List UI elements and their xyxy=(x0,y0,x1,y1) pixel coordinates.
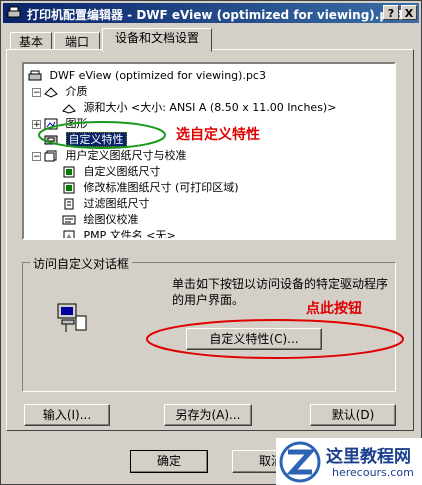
tree-item-label: 自定义图纸尺寸 xyxy=(83,165,161,178)
expand-toggle-user-paper[interactable]: − xyxy=(32,152,41,162)
tab-basic[interactable]: 基本 xyxy=(10,32,52,50)
title-bar: 打印机配置编辑器 - DWF eView (optimized for view… xyxy=(3,3,419,23)
tree-item-label: 过滤图纸尺寸 xyxy=(83,197,150,210)
watermark: 这里教程网 herecours.com xyxy=(276,438,422,485)
ok-button[interactable]: 确定 xyxy=(130,450,208,473)
paper-size-icon xyxy=(63,166,75,178)
tree-item-modify-standard-paper[interactable]: 修改标准图纸尺寸 (可打印区域) xyxy=(62,180,239,196)
paper-stack-icon xyxy=(44,150,57,162)
defaults-button[interactable]: 默认(D) xyxy=(310,404,396,426)
device-computer-icon xyxy=(57,303,87,332)
highlight-ellipse-green xyxy=(38,121,166,149)
media-icon xyxy=(44,87,58,98)
tree-item-custom-paper-sizes[interactable]: 自定义图纸尺寸 xyxy=(62,164,161,180)
pmp-file-icon xyxy=(63,230,75,238)
tree-item-media[interactable]: 介质 xyxy=(44,84,88,100)
tree-root[interactable]: DWF eView (optimized for viewing).pc3 xyxy=(28,68,266,84)
import-button[interactable]: 输入(I)... xyxy=(24,404,110,426)
tree-item-pmp-filename[interactable]: PMP 文件名 <无> xyxy=(62,228,176,240)
tree-item-label: 源和大小 <大小: ANSI A (8.50 x 11.00 Inches)> xyxy=(83,101,337,114)
plotter-icon xyxy=(28,70,42,81)
printer-icon xyxy=(7,6,21,18)
tab-device-document-settings[interactable]: 设备和文档设置 xyxy=(102,28,212,52)
help-button[interactable]: ? xyxy=(383,5,399,20)
calibration-icon xyxy=(62,215,76,225)
tree-item-label: 修改标准图纸尺寸 (可打印区域) xyxy=(83,181,239,194)
tree-item-label: 绘图仪校准 xyxy=(83,213,139,226)
group-title: 访问自定义对话框 xyxy=(30,255,133,272)
watermark-logo-icon xyxy=(279,441,321,483)
custom-properties-button[interactable]: 自定义特性(C)... xyxy=(186,328,322,350)
annotation-select-custom: 选自定义特性 xyxy=(176,127,260,143)
filter-icon xyxy=(64,198,74,210)
tree-item-source-size[interactable]: 源和大小 <大小: ANSI A (8.50 x 11.00 Inches)> xyxy=(62,100,336,116)
save-as-button[interactable]: 另存为(A)... xyxy=(164,404,252,426)
expand-toggle-media[interactable]: − xyxy=(32,88,41,98)
annotation-click-here: 点此按钮 xyxy=(306,301,362,317)
tree-root-label: DWF eView (optimized for viewing).pc3 xyxy=(49,69,266,82)
paper-icon xyxy=(62,104,76,114)
tree-item-filter-paper-sizes[interactable]: 过滤图纸尺寸 xyxy=(62,196,150,212)
window-title: 打印机配置编辑器 - DWF eView (optimized for view… xyxy=(27,8,404,22)
tree-item-label: 介质 xyxy=(65,85,88,98)
tab-port[interactable]: 端口 xyxy=(54,32,100,50)
watermark-title: 这里教程网 xyxy=(326,447,411,467)
tree-item-plotter-calibration[interactable]: 绘图仪校准 xyxy=(62,212,139,228)
tree-item-label: PMP 文件名 <无> xyxy=(83,229,176,240)
modify-paper-icon xyxy=(63,182,75,194)
watermark-url: herecours.com xyxy=(332,466,414,479)
close-button[interactable]: X xyxy=(401,5,417,20)
settings-tree[interactable]: DWF eView (optimized for viewing).pc3 − … xyxy=(22,62,396,240)
